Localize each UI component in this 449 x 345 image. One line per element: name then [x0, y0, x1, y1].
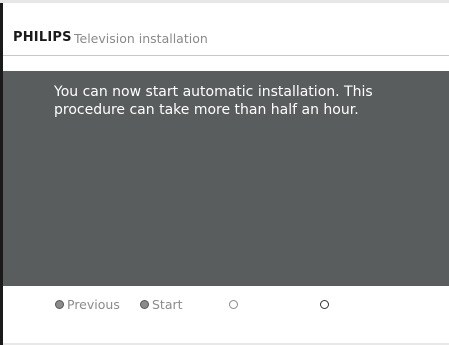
footer-button-bar: Previous Start	[3, 286, 449, 345]
previous-button-label: Previous	[67, 296, 120, 312]
third-color-button[interactable]	[229, 296, 241, 312]
fourth-color-button[interactable]	[320, 296, 332, 312]
grey-circle-icon	[55, 299, 64, 309]
grey-circle-icon	[140, 299, 149, 309]
subheader-bar	[3, 56, 449, 71]
start-button-label: Start	[152, 296, 183, 312]
start-button[interactable]: Start	[140, 296, 183, 312]
brand-logo: PHILIPS	[13, 30, 72, 45]
installation-message: You can now start automatic installation…	[54, 84, 373, 118]
hollow-circle-icon	[229, 299, 238, 309]
header: PHILIPS Television installation	[3, 3, 449, 63]
page-title: Television installation	[74, 31, 208, 46]
tv-installation-screen: PHILIPS Television installation You can …	[0, 0, 449, 345]
previous-button[interactable]: Previous	[55, 296, 120, 312]
hollow-circle-icon	[320, 299, 329, 309]
message-panel: You can now start automatic installation…	[3, 71, 449, 286]
